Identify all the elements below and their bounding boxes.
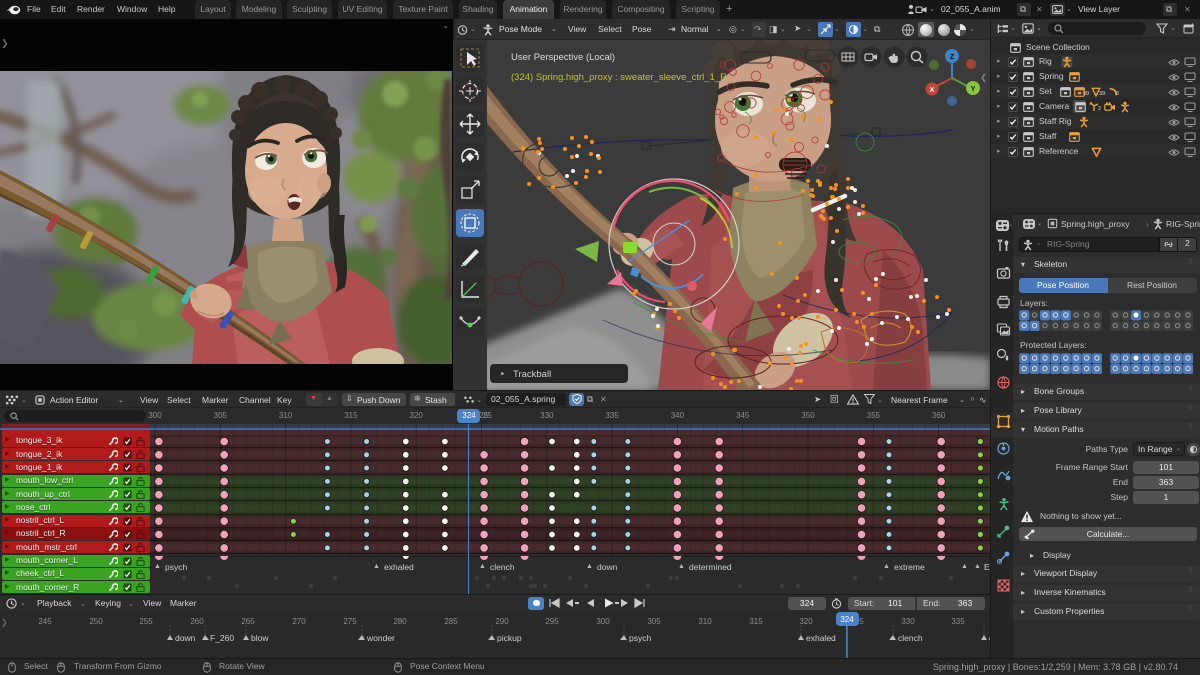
svg-text:330: 330 (901, 617, 915, 626)
svg-text:310: 310 (698, 617, 712, 626)
svg-text:275: 275 (343, 617, 357, 626)
svg-text:Y: Y (970, 84, 975, 93)
svg-text:pickup: pickup (497, 633, 522, 643)
svg-text:⌄: ⌄ (442, 21, 449, 30)
svg-text:F_260: F_260 (210, 633, 234, 643)
svg-text:295: 295 (545, 617, 559, 626)
svg-text:255: 255 (139, 617, 153, 626)
svg-text:290: 290 (495, 617, 509, 626)
svg-text:❮: ❮ (980, 73, 987, 82)
svg-text:(324) Spring.high_proxy : swea: (324) Spring.high_proxy : sweater_sleeve… (511, 72, 727, 83)
svg-text:User Perspective (Local): User Perspective (Local) (511, 52, 615, 63)
svg-text:260: 260 (190, 617, 204, 626)
svg-text:305: 305 (647, 617, 661, 626)
svg-text:X: X (929, 85, 934, 94)
svg-text:280: 280 (393, 617, 407, 626)
svg-text:320: 320 (799, 617, 813, 626)
svg-text:❯: ❯ (1, 618, 8, 627)
svg-text:clench: clench (898, 633, 923, 643)
svg-text:285: 285 (444, 617, 458, 626)
svg-text:wonder: wonder (366, 633, 395, 643)
svg-text:Trackball: Trackball (513, 369, 551, 380)
svg-text:300: 300 (596, 617, 610, 626)
svg-text:324: 324 (840, 615, 854, 624)
svg-text:265: 265 (241, 617, 255, 626)
svg-text:exhaled: exhaled (806, 633, 836, 643)
svg-text:down: down (175, 633, 196, 643)
svg-text:315: 315 (749, 617, 763, 626)
svg-text:do: do (989, 633, 990, 643)
svg-text:Z: Z (950, 52, 955, 61)
svg-text:270: 270 (292, 617, 306, 626)
svg-text:335: 335 (951, 617, 965, 626)
svg-text:245: 245 (38, 617, 52, 626)
svg-text:‣: ‣ (500, 369, 505, 379)
svg-text:250: 250 (89, 617, 103, 626)
svg-text:blow: blow (251, 633, 269, 643)
svg-text:psych: psych (629, 633, 651, 643)
svg-text:❯: ❯ (1, 38, 9, 49)
